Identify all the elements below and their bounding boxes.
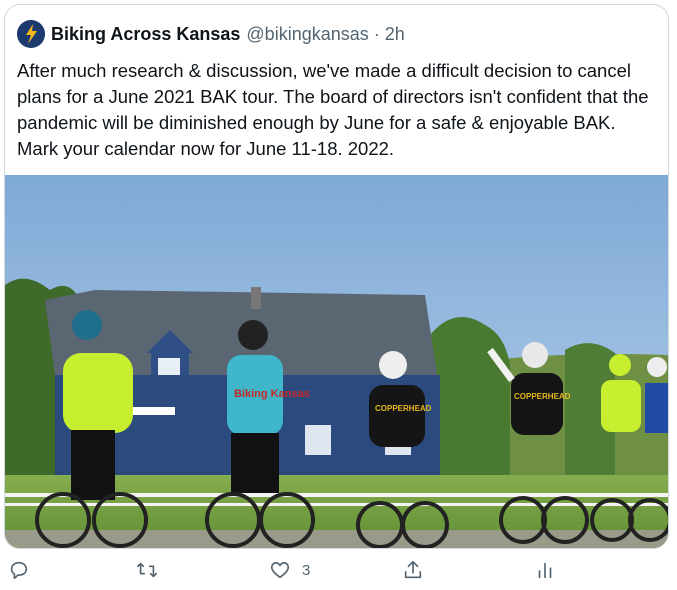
- cyclist-6: [645, 357, 668, 433]
- fence-rail: [5, 503, 668, 506]
- chimney: [251, 287, 261, 309]
- jersey-text-left: Biking Kansas: [234, 388, 310, 400]
- heart-icon: [270, 562, 290, 579]
- house-window: [305, 425, 331, 455]
- retweet-icon: [137, 562, 157, 578]
- share-icon: [404, 560, 422, 579]
- author-name[interactable]: Biking Across Kansas: [51, 24, 240, 45]
- analytics-icon: [538, 562, 552, 579]
- reply-button[interactable]: [8, 555, 30, 585]
- tweet-header: Biking Across Kansas @bikingkansas · 2h: [17, 19, 405, 49]
- jersey-text-middle: COPPERHEAD: [375, 404, 432, 413]
- avatar[interactable]: [17, 20, 45, 48]
- like-count: 3: [302, 561, 311, 579]
- trees-right: [430, 317, 510, 485]
- tweet-photo[interactable]: Biking Kansas COPPERHEAD COPPERHEAD: [5, 175, 668, 548]
- tweet-actions: 3: [0, 555, 677, 590]
- jersey-text-right: COPPERHEAD: [514, 392, 571, 401]
- retweet-button[interactable]: [135, 555, 159, 585]
- avatar-logo-icon: [17, 20, 45, 48]
- share-button[interactable]: [401, 555, 425, 585]
- like-button[interactable]: 3: [268, 555, 310, 585]
- separator-dot: ·: [373, 23, 380, 44]
- tweet-time[interactable]: 2h: [385, 24, 405, 45]
- analytics-button[interactable]: [534, 555, 556, 585]
- author-handle[interactable]: @bikingkansas: [246, 24, 368, 45]
- tweet-text: After much research & discussion, we've …: [17, 60, 649, 159]
- tweet-card[interactable]: Biking Across Kansas @bikingkansas · 2h …: [4, 4, 669, 549]
- reply-icon: [10, 561, 28, 580]
